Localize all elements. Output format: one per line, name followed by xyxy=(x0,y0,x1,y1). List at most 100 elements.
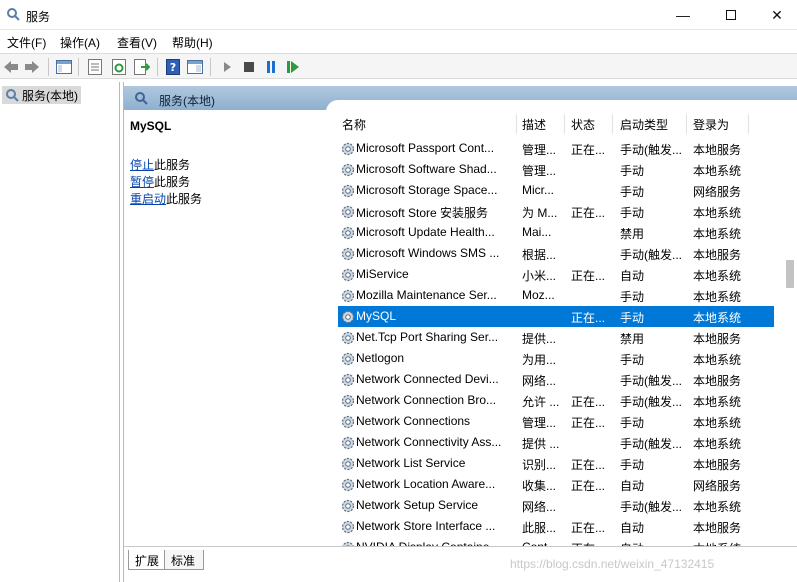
service-description-cell: 网络... xyxy=(522,374,557,388)
table-row[interactable]: NVIDIA Display Containe...Cont...正在...自动… xyxy=(338,537,774,546)
forward-button[interactable] xyxy=(23,58,41,76)
close-button[interactable]: ✕ xyxy=(754,0,797,30)
table-row[interactable]: Microsoft Storage Space... Micr... 手动 网络服务 xyxy=(338,180,774,201)
restart-service-button[interactable] xyxy=(284,58,302,76)
service-logon-cell: 本地系统 xyxy=(693,395,742,409)
service-logon-cell: 本地系统 xyxy=(693,437,742,451)
forward-icon xyxy=(25,61,39,73)
table-row[interactable]: Network Connectivity Ass... 提供 ... 手动(触发..… xyxy=(338,432,774,453)
refresh-icon xyxy=(112,59,126,75)
column-divider[interactable] xyxy=(516,114,517,134)
table-row[interactable]: Network Setup Service 网络... 手动(触发... 本地系统 xyxy=(338,495,774,516)
vertical-scrollbar[interactable] xyxy=(781,110,797,546)
service-logon-cell: 本地服务 xyxy=(693,458,742,472)
service-logon-cell: 本地服务 xyxy=(693,143,742,157)
table-row[interactable]: Microsoft Update Health... Mai... 禁用 本地系统 xyxy=(338,222,774,243)
table-row[interactable]: Net.Tcp Port Sharing Ser... 提供... 禁用 本地服务 xyxy=(338,327,774,348)
table-row[interactable]: Network Connection Bro... 允许 ... 正在... 手动(触… xyxy=(338,390,774,411)
tab-extended[interactable]: 扩展 xyxy=(128,550,169,570)
column-divider[interactable] xyxy=(564,114,565,134)
maximize-button[interactable] xyxy=(708,0,754,30)
service-logon-cell: 本地系统 xyxy=(693,311,742,325)
refresh-button[interactable] xyxy=(110,58,128,76)
service-description-cell: 为 M... xyxy=(522,206,558,220)
menu-action[interactable]: 操作(A) xyxy=(60,34,100,51)
table-row[interactable]: Network Connected Devi... 网络... 手动(触发... 本地… xyxy=(338,369,774,390)
service-logon-cell: 本地服务 xyxy=(693,332,742,346)
menu-view[interactable]: 查看(V) xyxy=(117,34,157,51)
service-gear-icon xyxy=(340,393,356,412)
table-row[interactable]: Microsoft Store 安装服务 为 M... 正在... 手动 本地系统 xyxy=(338,201,774,222)
pause-service-link[interactable]: 暂停 xyxy=(130,175,154,189)
services-gear-icon xyxy=(7,8,20,21)
start-service-button[interactable] xyxy=(218,58,236,76)
table-row[interactable]: Netlogon 为用... 手动 本地系统 xyxy=(338,348,774,369)
menu-file[interactable]: 文件(F) xyxy=(7,34,46,51)
service-gear-icon xyxy=(340,414,356,433)
table-row[interactable]: Network Store Interface ... 此服... 正在... 自动 本… xyxy=(338,516,774,537)
service-status-cell: 正在... xyxy=(571,479,606,493)
service-name-cell: Microsoft Passport Cont... xyxy=(356,141,495,155)
table-row[interactable]: Microsoft Passport Cont... 管理... 正在... 手动(触… xyxy=(338,138,774,159)
table-row[interactable]: MySQL 正在... 手动 本地系统 xyxy=(338,306,774,327)
table-row[interactable]: Network Location Aware... 收集... 正在... 自动 网络服… xyxy=(338,474,774,495)
column-divider[interactable] xyxy=(748,114,749,134)
service-gear-icon xyxy=(340,288,356,307)
title-bar: 服务 — ✕ xyxy=(0,0,797,30)
service-name-cell: Network Connections xyxy=(356,414,471,428)
table-row[interactable]: Mozilla Maintenance Ser... Moz... 手动 本地系统 xyxy=(338,285,774,306)
service-gear-icon xyxy=(340,246,356,265)
service-description-cell: 为用... xyxy=(522,353,557,367)
service-status-cell: 正在... xyxy=(571,521,606,535)
table-row[interactable]: Microsoft Windows SMS ... 根据... 手动(触发... 本地… xyxy=(338,243,774,264)
service-startup-type-cell: 手动 xyxy=(620,206,645,220)
tree-item-label: 服务(本地) xyxy=(22,89,78,103)
tree-item-services-local[interactable]: 服务(本地) xyxy=(2,86,81,104)
back-button[interactable] xyxy=(2,58,20,76)
column-divider[interactable] xyxy=(686,114,687,134)
stop-service-link[interactable]: 停止 xyxy=(130,158,154,172)
maximize-icon xyxy=(726,10,736,20)
help-button[interactable]: ? xyxy=(164,58,182,76)
scrollbar-thumb[interactable] xyxy=(786,260,794,288)
tab-standard[interactable]: 标准 xyxy=(164,550,205,570)
view-icon xyxy=(187,60,203,74)
export-list-button[interactable] xyxy=(133,58,151,76)
service-name-cell: Microsoft Store 安装服务 xyxy=(356,206,489,220)
view-button[interactable] xyxy=(186,58,204,76)
pause-service-button[interactable] xyxy=(262,58,280,76)
service-startup-type-cell: 手动(触发... xyxy=(620,143,682,157)
column-header-name[interactable]: 名称 xyxy=(342,116,366,133)
minimize-button[interactable]: — xyxy=(660,0,706,30)
service-startup-type-cell: 手动(触发... xyxy=(620,248,682,262)
menu-help[interactable]: 帮助(H) xyxy=(172,34,213,51)
column-header-status[interactable]: 状态 xyxy=(571,116,595,133)
stop-service-button[interactable] xyxy=(240,58,258,76)
restart-service-action: 重启动此服务 xyxy=(130,190,202,207)
service-gear-icon xyxy=(340,477,356,496)
column-divider[interactable] xyxy=(612,114,613,134)
table-row[interactable]: Microsoft Software Shad... 管理... 手动 本地系统 xyxy=(338,159,774,180)
service-gear-icon xyxy=(340,372,356,391)
show-hide-console-tree-button[interactable] xyxy=(55,58,73,76)
column-header-startup-type[interactable]: 启动类型 xyxy=(620,116,668,133)
service-description-cell: 识别... xyxy=(522,458,557,472)
services-gear-icon xyxy=(135,92,148,105)
service-gear-icon xyxy=(340,519,356,538)
service-gear-icon xyxy=(340,225,356,244)
service-name-cell: Net.Tcp Port Sharing Ser... xyxy=(356,330,499,344)
table-row[interactable]: MiService 小米... 正在... 自动 本地系统 xyxy=(338,264,774,285)
column-header-description[interactable]: 描述 xyxy=(522,116,546,133)
close-icon: ✕ xyxy=(771,6,783,23)
restart-service-link[interactable]: 重启动 xyxy=(130,192,166,206)
table-row[interactable]: Network List Service 识别... 正在... 手动 本地服务 xyxy=(338,453,774,474)
service-status-cell: 正在... xyxy=(571,395,606,409)
toolbar: ? xyxy=(0,53,797,79)
service-gear-icon xyxy=(340,351,356,370)
action-suffix: 此服务 xyxy=(154,175,191,189)
column-header-log-on-as[interactable]: 登录为 xyxy=(693,116,729,133)
service-name-cell: Network Location Aware... xyxy=(356,477,496,491)
properties-button[interactable] xyxy=(86,58,104,76)
table-row[interactable]: Network Connections 管理... 正在... 手动 本地系统 xyxy=(338,411,774,432)
service-description-cell: 允许 ... xyxy=(522,395,560,409)
